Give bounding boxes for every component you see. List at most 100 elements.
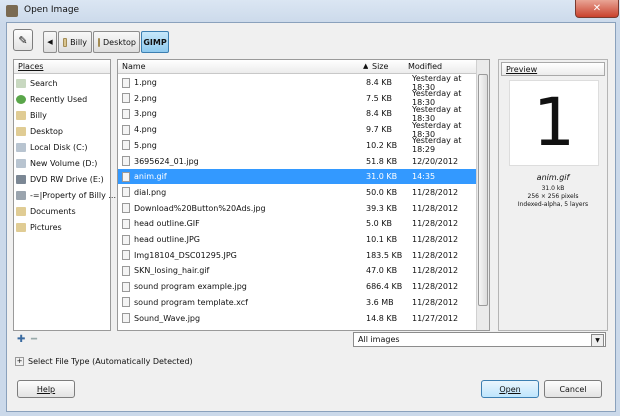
file-icon xyxy=(122,171,130,182)
place-item-label: -=|Property of Billy ... xyxy=(30,190,116,200)
file-row[interactable]: Img18104_DSC01295.JPG 183.5 KB 11/28/2012 xyxy=(118,248,476,263)
file-name: anim.gif xyxy=(134,172,167,182)
file-list-scrollbar[interactable] xyxy=(476,60,489,330)
file-row[interactable]: 1.png 8.4 KB Yesterday at 18:30 xyxy=(118,74,476,92)
cancel-button-label: Cancel xyxy=(559,384,587,394)
file-icon xyxy=(122,140,130,151)
file-size: 14.8 KB xyxy=(366,313,398,323)
file-name: Download%20Button%20Ads.jpg xyxy=(134,203,266,213)
preview-header: Preview xyxy=(501,62,605,76)
folder-icon xyxy=(16,206,26,216)
place-item[interactable]: Documents xyxy=(16,204,76,218)
dialog-body: ✎ ◀ Billy Desktop GIMP Places Search Rece… xyxy=(6,22,616,412)
file-size: 8.4 KB xyxy=(366,78,392,87)
preview-pane: Preview 1 anim.gif 31.0 kB 256 × 256 pix… xyxy=(498,59,608,331)
file-row[interactable]: 4.png 9.7 KB Yesterday at 18:30 xyxy=(118,121,476,139)
place-item[interactable]: Search xyxy=(16,76,57,90)
file-modified: 11/28/2012 xyxy=(412,219,459,229)
path-back-button[interactable]: ◀ xyxy=(43,31,57,53)
file-row[interactable]: 3.png 8.4 KB Yesterday at 18:30 xyxy=(118,105,476,123)
place-item-label: Local Disk (C:) xyxy=(30,142,88,152)
cancel-button[interactable]: Cancel xyxy=(544,380,602,398)
remove-bookmark-button[interactable]: ━ xyxy=(31,334,37,345)
place-item-label: Documents xyxy=(30,206,76,216)
preview-mode: Indexed-alpha, 5 layers xyxy=(517,201,589,208)
place-item-label: DVD RW Drive (E:) xyxy=(30,174,104,184)
file-row[interactable]: Download%20Button%20Ads.jpg 39.3 KB 11/28/… xyxy=(118,201,476,216)
add-bookmark-button[interactable]: ✚ xyxy=(17,334,25,345)
preview-filename: anim.gif xyxy=(536,173,570,182)
column-header-size[interactable]: Size xyxy=(368,60,404,74)
file-row[interactable]: Sound_Wave.jpg 14.8 KB 11/27/2012 xyxy=(118,311,476,326)
file-modified: 11/28/2012 xyxy=(412,297,459,307)
path-button-label: GIMP xyxy=(143,37,167,47)
file-row[interactable]: SKN_losing_hair.gif 47.0 KB 11/28/2012 xyxy=(118,263,476,278)
file-icon xyxy=(122,156,130,166)
preview-thumbnail: 1 xyxy=(509,80,599,166)
place-item[interactable]: Desktop xyxy=(16,124,63,138)
place-item[interactable]: Local Disk (C:) xyxy=(16,140,88,154)
file-icon xyxy=(122,281,130,292)
file-name: 1.png xyxy=(134,78,157,87)
places-pane: Places Search Recently Used Billy Desktop Lo… xyxy=(13,59,116,331)
open-button[interactable]: Open xyxy=(481,380,539,398)
place-item[interactable]: New Volume (D:) xyxy=(16,156,97,170)
file-size: 9.7 KB xyxy=(366,125,392,135)
place-item[interactable]: Billy xyxy=(16,108,47,122)
scrollbar-thumb[interactable] xyxy=(478,74,488,306)
disk-icon xyxy=(16,142,26,152)
path-button-billy[interactable]: Billy xyxy=(58,31,92,53)
file-row[interactable]: 2.png 7.5 KB Yesterday at 18:30 xyxy=(118,89,476,107)
file-size: 5.0 KB xyxy=(366,219,392,229)
file-icon xyxy=(122,203,130,214)
file-name: dial.png xyxy=(134,187,167,197)
preview-dimensions: 256 × 256 pixels xyxy=(527,193,579,200)
file-icon xyxy=(122,124,130,135)
file-size: 8.4 KB xyxy=(366,109,392,119)
file-row[interactable]: dial.png 50.0 KB 11/28/2012 xyxy=(118,185,476,200)
file-name: 2.png xyxy=(134,93,157,103)
column-header-modified[interactable]: Modified xyxy=(404,60,476,74)
select-file-type-label: Select File Type (Automatically Detected… xyxy=(28,357,193,366)
file-list-pane: Name ▲ Size Modified 1.png 8.4 KB Yesterda… xyxy=(117,59,490,331)
folder-icon xyxy=(16,126,26,136)
pencil-icon: ✎ xyxy=(18,33,28,47)
help-button-label: Help xyxy=(36,384,56,394)
file-row[interactable]: head outline.JPG 10.1 KB 11/28/2012 xyxy=(118,232,476,247)
place-item[interactable]: Pictures xyxy=(16,220,62,234)
place-item-label: Recently Used xyxy=(30,94,88,104)
file-name: 4.png xyxy=(134,125,157,135)
place-item[interactable]: Recently Used xyxy=(16,92,87,106)
file-row[interactable]: sound program template.xcf 3.6 MB 11/28/20… xyxy=(118,295,476,310)
file-row[interactable]: 3695624_01.jpg 51.8 KB 12/20/2012 xyxy=(118,154,476,169)
path-button-desktop[interactable]: Desktop xyxy=(93,31,140,53)
place-item-label: Pictures xyxy=(30,222,62,232)
file-row[interactable]: 5.png 10.2 KB Yesterday at 18:29 xyxy=(118,136,476,154)
file-filter-select[interactable]: All images ▼ xyxy=(353,332,606,347)
type-location-button[interactable]: ✎ xyxy=(13,29,33,51)
file-row[interactable]: sound program example.jpg 686.4 KB 11/28/2… xyxy=(118,279,476,294)
file-modified: 11/28/2012 xyxy=(412,250,459,260)
file-name: SKN_losing_hair.gif xyxy=(134,266,210,276)
file-modified: 11/28/2012 xyxy=(412,266,459,276)
file-size: 7.5 KB xyxy=(366,93,392,103)
column-header-name[interactable]: Name xyxy=(118,60,368,74)
file-icon xyxy=(122,250,130,261)
help-button[interactable]: Help xyxy=(17,380,75,398)
recent-icon xyxy=(16,94,26,104)
column-header-modified-label: Modified xyxy=(408,62,443,71)
file-row[interactable]: head outline.GIF 5.0 KB 11/28/2012 xyxy=(118,216,476,231)
file-name: sound program example.jpg xyxy=(134,282,247,292)
place-item[interactable]: DVD RW Drive (E:) xyxy=(16,172,104,186)
path-button-gimp[interactable]: GIMP xyxy=(141,31,169,53)
select-file-type-expander[interactable]: + Select File Type (Automatically Detect… xyxy=(15,357,193,366)
file-size: 51.8 KB xyxy=(366,156,398,166)
file-icon xyxy=(122,313,130,323)
file-name: 5.png xyxy=(134,140,157,150)
file-row[interactable]: anim.gif 31.0 KB 14:35 xyxy=(118,169,476,185)
disk-icon xyxy=(16,158,26,168)
place-item[interactable]: -=|Property of Billy ... xyxy=(16,188,116,202)
file-size: 47.0 KB xyxy=(366,266,398,276)
close-button[interactable]: ✕ xyxy=(575,0,619,18)
file-modified: 12/20/2012 xyxy=(412,156,459,166)
